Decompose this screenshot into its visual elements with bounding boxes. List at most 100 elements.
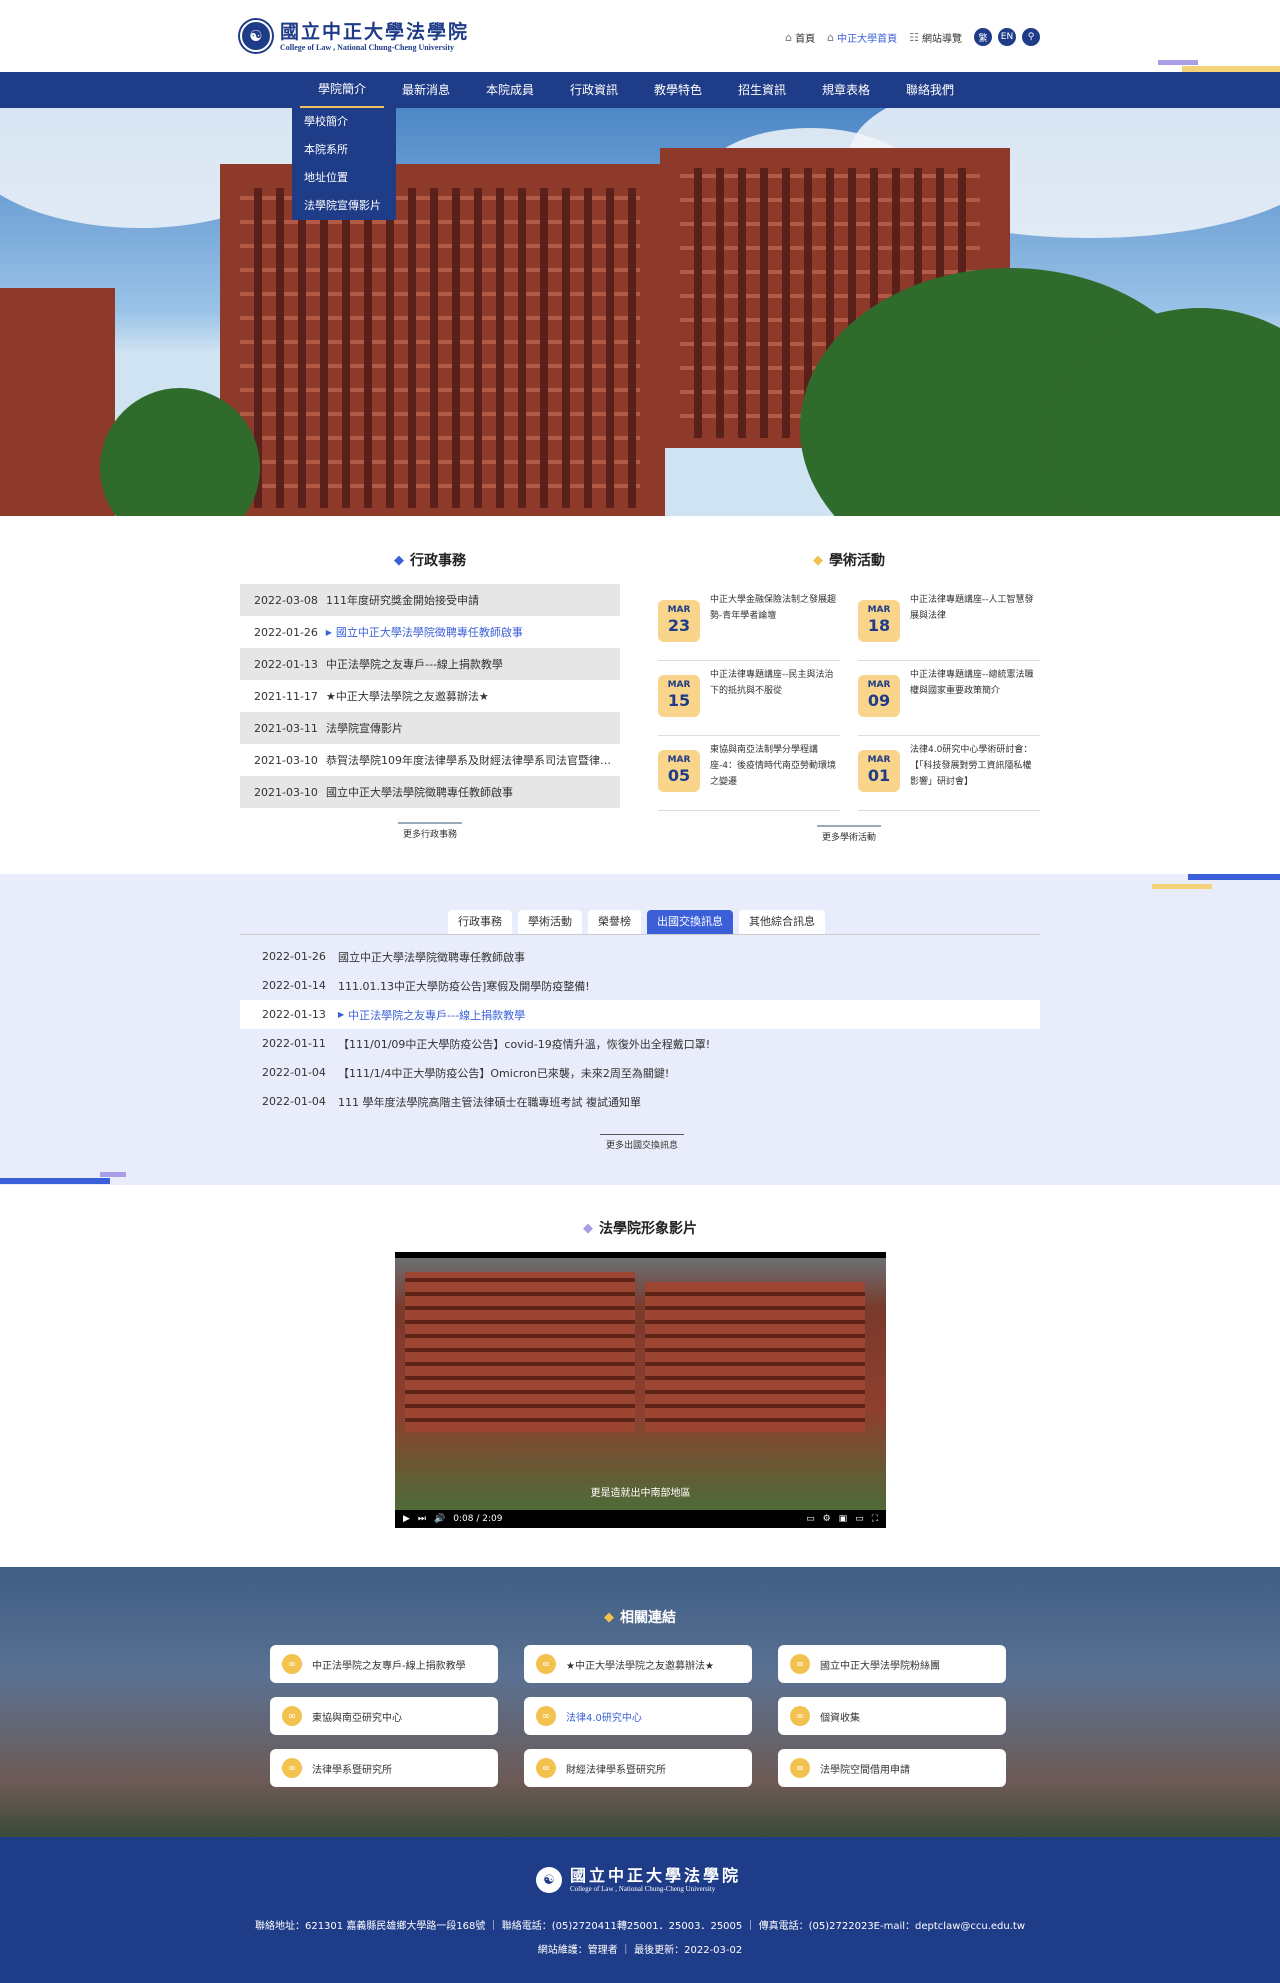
nav-about[interactable]: 學院簡介 [300,72,384,109]
list-item[interactable]: 2022-03-08 111年度研究獎金開始接受申請 [240,584,620,616]
list-item[interactable]: 2022-01-11 【111/01/09中正大學防疫公告】covid-19疫情升… [240,1029,1040,1058]
header-stripe-purple [1158,60,1198,65]
list-item[interactable]: 2022-01-04 【111/1/4中正大學防疫公告】Omicron已來襲，未來… [240,1058,1040,1087]
settings-icon[interactable]: ⚙ [823,1514,831,1524]
link-icon: ∞ [790,1654,810,1674]
event-grid: MAR 23 中正大學金融保險法制之發展趨勢-青年學者論壇 MAR 18 中正法律專題講… [658,586,1040,811]
link-button[interactable]: ∞ 法學院空間借用申請 [778,1749,1006,1787]
more-academic-link[interactable]: 更多學術活動 [817,825,881,843]
date-badge: MAR 15 [658,675,700,717]
link-icon: ∞ [790,1758,810,1778]
tab-honor[interactable]: 榮譽榜 [588,910,641,934]
link-button[interactable]: ∞ ★中正大學法學院之友邀募辦法★ [524,1645,752,1683]
event-item[interactable]: MAR 18 中正法律專題講座--人工智慧發展與法律 [858,586,1040,661]
admin-list: 2022-03-08 111年度研究獎金開始接受申請 2022-01-26 ▶ 國立中… [240,584,620,808]
link-button[interactable]: ∞ 國立中正大學法學院粉絲團 [778,1645,1006,1683]
search-icon[interactable]: ⚲ [1022,28,1040,46]
link-button[interactable]: ∞ 個資收集 [778,1697,1006,1735]
list-item[interactable]: 2022-01-14 111.01.13中正大學防疫公告]寒假及開學防疫整備! [240,971,1040,1000]
nav-teaching[interactable]: 教學特色 [636,72,720,109]
link-icon: ∞ [536,1706,556,1726]
footer-address: 聯絡地址：621301 嘉義縣民雄鄉大學路一段168號 ｜ 聯絡電話：(05)2… [254,1921,1026,1932]
list-item[interactable]: 2022-01-26 ▶ 國立中正大學法學院徵聘專任教師啟事 [240,616,620,648]
date-badge: MAR 09 [858,675,900,717]
link-button[interactable]: ∞ 法律4.0研究中心 [524,1697,752,1735]
more-admin-link[interactable]: 更多行政事務 [398,822,462,840]
footer-maintenance: 網站維護：管理者 ｜ 最後更新：2022-03-02 [537,1945,743,1956]
admin-section: ◆ 行政事務 2022-03-08 111年度研究獎金開始接受申請 2022-01-… [240,550,620,840]
admin-heading: ◆ 行政事務 [394,552,466,570]
dropdown-item[interactable]: 學校簡介 [292,108,396,136]
footer-logo: ☯ 國立中正大學法學院 College of Law , National Ch… [536,1867,741,1893]
footer-logo-title: 國立中正大學法學院 [570,1866,742,1885]
list-item[interactable]: 2021-03-10 恭賀法學院109年度法律學系及財經法律學系司法官暨律師... [240,744,620,776]
link-button[interactable]: ∞ 東協與南亞研究中心 [270,1697,498,1735]
tag-icon: ◆ [583,1220,593,1236]
tab-other[interactable]: 其他綜合訊息 [739,910,825,934]
event-item[interactable]: MAR 15 中正法律專題講座--民主與法治下的抵抗與不服從 [658,661,840,736]
list-item[interactable]: 2022-01-04 111 學年度法學院高階主管法律碩士在職專班考試 複試通知單 [240,1087,1040,1116]
video-heading: ◆ 法學院形象影片 [583,1220,697,1238]
arrow-icon: ▶ [325,627,332,637]
ccu-home-link[interactable]: ⌂ 中正大學首頁 [827,30,897,45]
hero-banner [0,108,1280,516]
dropdown-item[interactable]: 法學院宣傳影片 [292,192,396,220]
link-icon: ∞ [536,1758,556,1778]
tab-stripe-blue [1188,874,1280,880]
dropdown-item[interactable]: 地址位置 [292,164,396,192]
seal-icon: ☯ [536,1867,562,1893]
event-item[interactable]: MAR 01 法律4.0研究中心學術研討會：【「科技發展對勞工資訊隱私權影響」研討會… [858,736,1040,811]
tab-divider [240,934,1040,935]
tab-academic[interactable]: 學術活動 [518,910,582,934]
event-item[interactable]: MAR 23 中正大學金融保險法制之發展趨勢-青年學者論壇 [658,586,840,661]
list-item[interactable]: 2021-11-17 ★中正大學法學院之友邀募辦法★ [240,680,620,712]
list-item[interactable]: 2021-03-11 法學院宣傳影片 [240,712,620,744]
tab-admin[interactable]: 行政事務 [448,910,512,934]
links-grid: ∞ 中正法學院之友專戶-線上捐款教學 ∞ ★中正大學法學院之友邀募辦法★ ∞ 國立中正… [270,1645,1010,1787]
volume-icon[interactable]: 🔊 [434,1514,445,1524]
lang-tc-button[interactable]: 繁 [974,28,992,46]
hero-building-left [0,288,115,516]
play-icon[interactable]: ▶ [403,1514,410,1524]
dropdown-item[interactable]: 本院系所 [292,136,396,164]
video-controls: ▶ ⏭ 🔊 0:08 / 2:09 ▭ ⚙ ▣ ▭ ⛶ [395,1510,886,1528]
nav-members[interactable]: 本院成員 [468,72,552,109]
list-item[interactable]: 2022-01-13 ▶ 中正法學院之友專戶---線上捐款教學 [240,1000,1040,1029]
miniplayer-icon[interactable]: ▣ [839,1514,848,1524]
link-button[interactable]: ∞ 財經法律學系暨研究所 [524,1749,752,1787]
video-building [405,1272,635,1432]
video-player[interactable]: 更是造就出中南部地區 ▶ ⏭ 🔊 0:08 / 2:09 ▭ ⚙ ▣ ▭ ⛶ [395,1252,886,1528]
tag-icon: ◆ [813,552,823,568]
list-item[interactable]: 2022-01-13 中正法學院之友專戶---線上捐款教學 [240,648,620,680]
event-item[interactable]: MAR 09 中正法律專題講座--總統憲法職權與國家重要政策簡介 [858,661,1040,736]
event-item[interactable]: MAR 05 東協與南亞法制學分學程講座-4：後疫情時代南亞勞動環境之變遷 [658,736,840,811]
site-logo[interactable]: ☯ 國立中正大學法學院 College of Law , National Ch… [240,20,469,52]
home-link[interactable]: ⌂ 首頁 [785,30,815,45]
sitemap-icon: ☷ [909,30,919,44]
video-subtitle: 更是造就出中南部地區 [590,1488,691,1499]
link-icon: ∞ [282,1706,302,1726]
list-item[interactable]: 2022-01-26 國立中正大學法學院徵聘專任教師啟事 [240,942,1040,971]
nav-forms[interactable]: 規章表格 [804,72,888,109]
nav-news[interactable]: 最新消息 [384,72,468,109]
next-icon[interactable]: ⏭ [418,1514,426,1524]
about-dropdown: 學校簡介 本院系所 地址位置 法學院宣傳影片 [292,108,396,220]
links-heading: ◆ 相關連結 [604,1609,676,1627]
utility-links: ⌂ 首頁 ⌂ 中正大學首頁 ☷ 網站導覽 繁 EN ⚲ [785,28,1040,46]
link-button[interactable]: ∞ 中正法學院之友專戶-線上捐款教學 [270,1645,498,1683]
date-badge: MAR 23 [658,600,700,642]
link-button[interactable]: ∞ 法律學系暨研究所 [270,1749,498,1787]
subtitle-icon[interactable]: ▭ [806,1514,815,1524]
theater-icon[interactable]: ▭ [855,1514,864,1524]
tab-list: 2022-01-26 國立中正大學法學院徵聘專任教師啟事 2022-01-14 11… [240,942,1040,1116]
lang-en-button[interactable]: EN [998,28,1016,46]
nav-admin[interactable]: 行政資訊 [552,72,636,109]
list-item[interactable]: 2021-03-10 國立中正大學法學院徵聘專任教師啟事 [240,776,620,808]
tab-exchange[interactable]: 出國交換訊息 [647,910,733,934]
footer-logo-subtitle: College of Law , National Chung-Cheng Un… [570,1885,716,1893]
sitemap-link[interactable]: ☷ 網站導覽 [909,30,962,45]
fullscreen-icon[interactable]: ⛶ [872,1514,878,1524]
nav-contact[interactable]: 聯絡我們 [888,72,972,109]
more-exchange-link[interactable]: 更多出國交換訊息 [600,1134,684,1151]
nav-admission[interactable]: 招生資訊 [720,72,804,109]
